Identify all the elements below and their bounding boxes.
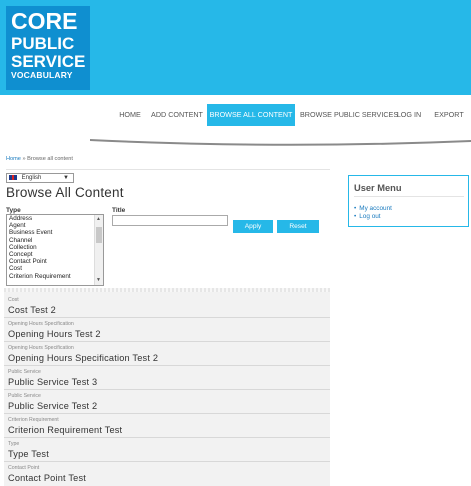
type-option[interactable]: Address <box>7 215 103 222</box>
list-item[interactable]: Public Service Public Service Test 2 <box>4 390 330 414</box>
item-type: Type <box>8 441 20 447</box>
item-type: Opening Hours Specification <box>8 345 74 351</box>
item-type: Contact Point <box>8 465 40 471</box>
item-type: Opening Hours Specification <box>8 321 74 327</box>
listbox-scrollbar[interactable]: ▲ ▼ <box>94 215 103 285</box>
title-filter-input[interactable] <box>112 215 228 226</box>
type-option[interactable]: Cost <box>7 265 103 272</box>
list-item[interactable]: Criterion Requirement Criterion Requirem… <box>4 414 330 438</box>
user-menu-block: User Menu My account Log out <box>348 175 469 227</box>
nav-item-browse-public-services[interactable]: BROWSE PUBLIC SERVICES <box>300 104 398 126</box>
item-type: Public Service <box>8 393 41 399</box>
breadcrumb-divider <box>6 169 330 170</box>
main-nav: HOME ADD CONTENT BROWSE ALL CONTENT BROW… <box>0 104 471 126</box>
item-title-link[interactable]: Opening Hours Test 2 <box>8 329 101 339</box>
nav-item-browse-all-content[interactable]: BROWSE ALL CONTENT <box>207 104 295 126</box>
dropdown-arrow-icon: ▼ <box>63 175 69 181</box>
item-title-link[interactable]: Opening Hours Specification Test 2 <box>8 353 158 363</box>
list-item[interactable]: Cost Cost Test 2 <box>4 294 330 318</box>
site-header-banner: CORE PUBLIC SERVICE VOCABULARY <box>0 0 471 95</box>
item-title-link[interactable]: Contact Point Test <box>8 473 86 483</box>
scrollbar-thumb[interactable] <box>96 227 102 243</box>
breadcrumb-home-link[interactable]: Home <box>6 156 21 162</box>
nav-item-add-content[interactable]: ADD CONTENT <box>150 104 204 126</box>
type-option[interactable]: Business Event <box>7 229 103 236</box>
nav-item-log-in[interactable]: LOG IN <box>394 104 424 126</box>
type-filter-label: Type <box>6 207 21 214</box>
type-option[interactable]: Concept <box>7 251 103 258</box>
apply-button[interactable]: Apply <box>233 220 273 233</box>
user-menu-divider <box>354 196 464 197</box>
log-out-link[interactable]: Log out <box>354 213 380 220</box>
type-option[interactable]: Criterion Requirement <box>7 273 103 280</box>
item-title-link[interactable]: Criterion Requirement Test <box>8 425 122 435</box>
list-item[interactable]: Opening Hours Specification Opening Hour… <box>4 342 330 366</box>
type-option[interactable]: Agent <box>7 222 103 229</box>
list-item[interactable]: Public Service Public Service Test 3 <box>4 366 330 390</box>
item-title-link[interactable]: Type Test <box>8 449 49 459</box>
list-item[interactable]: Type Type Test <box>4 438 330 462</box>
title-filter-label: Title <box>112 207 126 214</box>
scroll-down-arrow-icon[interactable]: ▼ <box>96 277 101 283</box>
item-title-link[interactable]: Public Service Test 2 <box>8 401 97 411</box>
language-selected-value: English <box>21 175 42 181</box>
content-results-list: Cost Cost Test 2 Opening Hours Specifica… <box>4 288 330 486</box>
my-account-link[interactable]: My account <box>354 205 392 212</box>
header-swoosh-divider <box>90 139 471 146</box>
type-option[interactable]: Channel <box>7 237 103 244</box>
breadcrumb-separator: » <box>22 156 26 162</box>
logo-line-1: CORE <box>11 8 78 34</box>
type-option[interactable]: Contact Point <box>7 258 103 265</box>
scroll-up-arrow-icon[interactable]: ▲ <box>96 216 101 222</box>
reset-button[interactable]: Reset <box>277 220 319 233</box>
type-filter-listbox[interactable]: Address Agent Business Event Channel Col… <box>6 214 104 286</box>
item-title-link[interactable]: Cost Test 2 <box>8 305 56 315</box>
user-menu-title: User Menu <box>354 183 402 193</box>
item-title-link[interactable]: Public Service Test 3 <box>8 377 97 387</box>
breadcrumb: Home » Browse all content <box>6 156 73 162</box>
list-item[interactable]: Opening Hours Specification Opening Hour… <box>4 318 330 342</box>
breadcrumb-current: Browse all content <box>27 156 73 162</box>
page-title: Browse All Content <box>6 185 124 200</box>
site-logo[interactable]: CORE PUBLIC SERVICE VOCABULARY <box>6 6 90 90</box>
list-item[interactable]: Contact Point Contact Point Test <box>4 462 330 486</box>
nav-item-export[interactable]: EXPORT <box>434 104 464 126</box>
logo-line-4: VOCABULARY <box>11 70 73 80</box>
item-type: Criterion Requirement <box>8 417 59 423</box>
nav-item-home[interactable]: HOME <box>115 104 145 126</box>
type-option[interactable]: Collection <box>7 244 103 251</box>
language-select[interactable]: English ▼ <box>6 173 74 183</box>
item-type: Public Service <box>8 369 41 375</box>
item-type: Cost <box>8 297 19 303</box>
logo-line-3: SERVICE <box>11 52 86 71</box>
uk-flag-icon <box>9 174 17 180</box>
logo-line-2: PUBLIC <box>11 34 75 53</box>
